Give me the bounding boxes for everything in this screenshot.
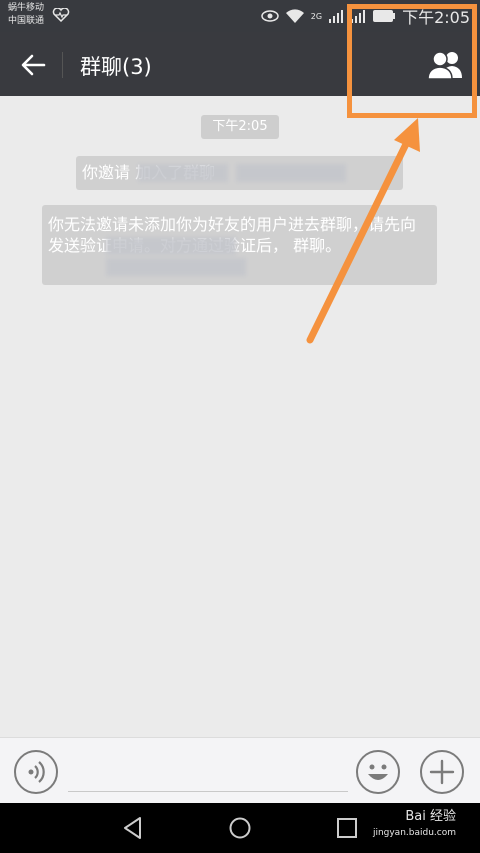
- system-message-notice: 你无法邀请未添加你为好友的用户进去群聊，请先向 发送验证申请。对方通过验证后， …: [42, 205, 437, 285]
- carrier-1: 蜗牛移动: [8, 3, 45, 13]
- page-title: 群聊(3): [80, 55, 152, 79]
- redacted-name: [106, 258, 246, 276]
- chat-input-bar: [0, 737, 480, 803]
- back-arrow-icon[interactable]: [18, 50, 48, 80]
- watermark-url: jingyan.baidu.com: [372, 828, 456, 838]
- nav-back-icon[interactable]: [120, 815, 146, 841]
- nav-home-icon[interactable]: [227, 815, 253, 841]
- baidu-watermark: Bai 经验 jingyan.baidu.com: [373, 809, 456, 841]
- signal-icon-1: [329, 10, 344, 23]
- redacted-name: [106, 237, 236, 255]
- carrier-2: 中国联通: [8, 16, 45, 26]
- plus-icon: [429, 759, 455, 785]
- redacted-name: [236, 164, 346, 182]
- eye-icon: [261, 10, 279, 22]
- wifi-icon: [285, 9, 304, 23]
- carrier-info: 蜗牛移动 中国联通: [8, 2, 44, 28]
- network-type: 2G: [310, 11, 323, 21]
- annotation-highlight-box: [347, 4, 477, 118]
- title-divider: [62, 52, 63, 78]
- message-timestamp: 下午2:05: [201, 115, 279, 139]
- emoji-button[interactable]: [356, 750, 400, 794]
- system-message-invite: 你邀请 加入了群聊: [76, 156, 403, 190]
- nav-recent-icon[interactable]: [334, 815, 360, 841]
- voice-button[interactable]: [14, 750, 58, 794]
- more-button[interactable]: [420, 750, 464, 794]
- voice-icon: [28, 761, 45, 783]
- emoji-icon: [368, 764, 388, 780]
- system-nav-bar: Bai 经验 jingyan.baidu.com: [0, 803, 480, 853]
- message-input[interactable]: [68, 752, 348, 792]
- heart-rate-icon: [52, 8, 70, 22]
- watermark-brand: Bai 经验: [405, 809, 456, 824]
- redacted-name: [138, 164, 228, 182]
